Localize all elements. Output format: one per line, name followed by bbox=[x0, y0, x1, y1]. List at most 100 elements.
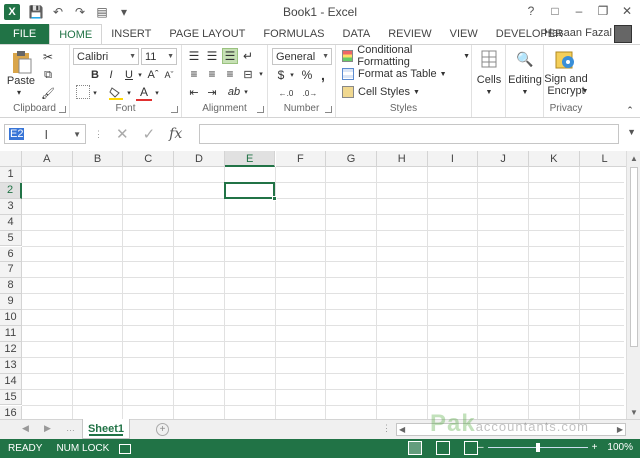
zoom-out-icon[interactable]: – bbox=[478, 442, 484, 453]
column-header-d[interactable]: D bbox=[174, 151, 225, 167]
font-size-combo[interactable]: 11 ▼ bbox=[141, 48, 177, 65]
tab-file[interactable]: FILE bbox=[0, 24, 50, 44]
italic-button[interactable]: I bbox=[104, 67, 118, 83]
paste-button[interactable]: Paste bbox=[4, 75, 38, 87]
cells-group[interactable]: Cells ▼ bbox=[472, 45, 506, 117]
zoom-slider[interactable] bbox=[487, 443, 588, 452]
merge-center-icon[interactable]: ⊟ bbox=[240, 66, 256, 82]
underline-button[interactable]: U bbox=[122, 67, 136, 83]
increase-font-icon[interactable]: Aˆ bbox=[146, 67, 160, 83]
page-layout-view-icon[interactable] bbox=[436, 441, 450, 455]
zoom-level[interactable]: 100% bbox=[607, 442, 633, 453]
insert-function-button[interactable]: fx bbox=[169, 126, 182, 142]
align-right-icon[interactable]: ≡ bbox=[222, 66, 238, 82]
top-align-icon[interactable]: ☰ bbox=[186, 48, 202, 64]
cut-icon[interactable]: ✂ bbox=[40, 49, 56, 65]
orientation-icon[interactable]: ab bbox=[226, 84, 242, 100]
column-header-i[interactable]: I bbox=[427, 151, 479, 167]
column-header-f[interactable]: F bbox=[275, 151, 327, 167]
help-icon[interactable]: ? bbox=[520, 2, 542, 20]
row-header-16[interactable]: 16 bbox=[0, 405, 22, 419]
merge-dropdown-icon[interactable]: ▾ bbox=[257, 68, 265, 80]
currency-dropdown-icon[interactable]: ▾ bbox=[288, 69, 296, 81]
active-cell[interactable] bbox=[223, 181, 278, 201]
orientation-dropdown-icon[interactable]: ▾ bbox=[242, 86, 250, 98]
font-color-dropdown-icon[interactable]: ▾ bbox=[153, 87, 161, 99]
comma-button[interactable]: , bbox=[316, 67, 330, 83]
borders-dropdown-icon[interactable]: ▾ bbox=[91, 87, 99, 99]
column-header-a[interactable]: A bbox=[22, 151, 73, 167]
percent-button[interactable]: % bbox=[300, 67, 314, 83]
clipboard-launcher-icon[interactable] bbox=[59, 106, 66, 113]
tab-data[interactable]: DATA bbox=[334, 24, 380, 44]
column-header-g[interactable]: G bbox=[326, 151, 377, 167]
paste-dropdown-icon[interactable]: ▾ bbox=[12, 87, 26, 97]
form-icon[interactable]: ▤ bbox=[94, 4, 110, 20]
row-header-2[interactable]: 2 bbox=[0, 182, 22, 199]
tab-page-layout[interactable]: PAGE LAYOUT bbox=[160, 24, 254, 44]
sign-encrypt-button[interactable]: Sign and bbox=[544, 73, 588, 85]
customize-qat-icon[interactable]: ▾ bbox=[116, 4, 132, 20]
format-painter-icon[interactable]: 🖌 bbox=[40, 85, 56, 101]
formula-bar-grip-icon[interactable]: ⋮ bbox=[94, 129, 103, 140]
row-header-15[interactable]: 15 bbox=[0, 389, 22, 406]
scroll-right-icon[interactable]: ▶ bbox=[617, 425, 623, 434]
column-header-k[interactable]: K bbox=[529, 151, 580, 167]
row-header-14[interactable]: 14 bbox=[0, 373, 22, 390]
tab-split-icon[interactable]: ⋮ bbox=[382, 423, 391, 434]
increase-decimal-icon[interactable]: ←.0 bbox=[276, 85, 296, 101]
save-icon[interactable]: 💾 bbox=[28, 4, 44, 20]
cell-styles-button[interactable]: Cell Styles ▼ bbox=[342, 84, 470, 100]
paste-icon[interactable] bbox=[6, 49, 36, 75]
redo-icon[interactable]: ↷ bbox=[72, 4, 88, 20]
minimize-icon[interactable]: – bbox=[568, 2, 590, 20]
borders-icon[interactable] bbox=[76, 85, 90, 99]
row-header-6[interactable]: 6 bbox=[0, 246, 22, 263]
column-header-h[interactable]: H bbox=[376, 151, 428, 167]
column-header-b[interactable]: B bbox=[72, 151, 124, 167]
fill-handle[interactable] bbox=[272, 195, 278, 201]
horizontal-scrollbar[interactable]: ◀ ▶ bbox=[396, 423, 626, 436]
scroll-left-icon[interactable]: ◀ bbox=[399, 425, 405, 434]
tab-insert[interactable]: INSERT bbox=[102, 24, 160, 44]
vertical-scrollbar[interactable]: ▲ ▼ bbox=[626, 151, 640, 419]
row-header-10[interactable]: 10 bbox=[0, 310, 22, 326]
scroll-thumb[interactable] bbox=[630, 167, 638, 347]
formula-input[interactable] bbox=[199, 124, 619, 144]
scroll-down-icon[interactable]: ▼ bbox=[627, 405, 640, 419]
zoom-knob[interactable] bbox=[535, 443, 540, 452]
row-header-7[interactable]: 7 bbox=[0, 262, 22, 279]
add-sheet-icon[interactable]: + bbox=[156, 423, 169, 436]
tab-review[interactable]: REVIEW bbox=[379, 24, 440, 44]
font-launcher-icon[interactable] bbox=[171, 106, 178, 113]
increase-indent-icon[interactable]: ⇥ bbox=[204, 84, 220, 100]
middle-align-icon[interactable]: ☰ bbox=[204, 48, 220, 64]
worksheet-grid[interactable]: A B C D E F G H I J K L 1 2 3 4 5 6 7 8 9 10 11 12 13 14 15 16 bbox=[0, 151, 640, 419]
align-left-icon[interactable]: ≡ bbox=[186, 66, 202, 82]
editing-group[interactable]: 🔍 Editing ▼ bbox=[506, 45, 544, 117]
row-header-13[interactable]: 13 bbox=[0, 357, 22, 374]
number-format-combo[interactable]: General ▼ bbox=[272, 48, 332, 65]
row-header-1[interactable]: 1 bbox=[0, 167, 22, 183]
row-header-11[interactable]: 11 bbox=[0, 326, 22, 342]
avatar[interactable] bbox=[614, 25, 632, 43]
user-name[interactable]: Hasaan Fazal bbox=[544, 27, 612, 39]
underline-dropdown-icon[interactable]: ▾ bbox=[136, 69, 144, 81]
normal-view-icon[interactable] bbox=[408, 441, 422, 455]
conditional-formatting-button[interactable]: Conditional Formatting ▼ bbox=[342, 44, 470, 68]
collapse-ribbon-icon[interactable]: ⌃ bbox=[624, 105, 636, 115]
row-header-8[interactable]: 8 bbox=[0, 278, 22, 295]
decrease-font-icon[interactable]: Aˇ bbox=[162, 67, 176, 83]
row-header-5[interactable]: 5 bbox=[0, 230, 22, 247]
number-launcher-icon[interactable] bbox=[325, 106, 332, 113]
fill-color-dropdown-icon[interactable]: ▾ bbox=[125, 87, 133, 99]
row-header-9[interactable]: 9 bbox=[0, 294, 22, 311]
tab-formulas[interactable]: FORMULAS bbox=[254, 24, 333, 44]
close-icon[interactable]: ✕ bbox=[616, 2, 638, 20]
next-sheet-icon[interactable]: ▶ bbox=[44, 423, 51, 434]
alignment-launcher-icon[interactable] bbox=[257, 106, 264, 113]
expand-formula-icon[interactable]: ▼ bbox=[627, 127, 636, 137]
bottom-align-icon[interactable]: ☰ bbox=[222, 48, 238, 64]
font-color-icon[interactable]: A bbox=[136, 85, 152, 101]
sheet-tab[interactable]: Sheet1 bbox=[82, 419, 130, 439]
